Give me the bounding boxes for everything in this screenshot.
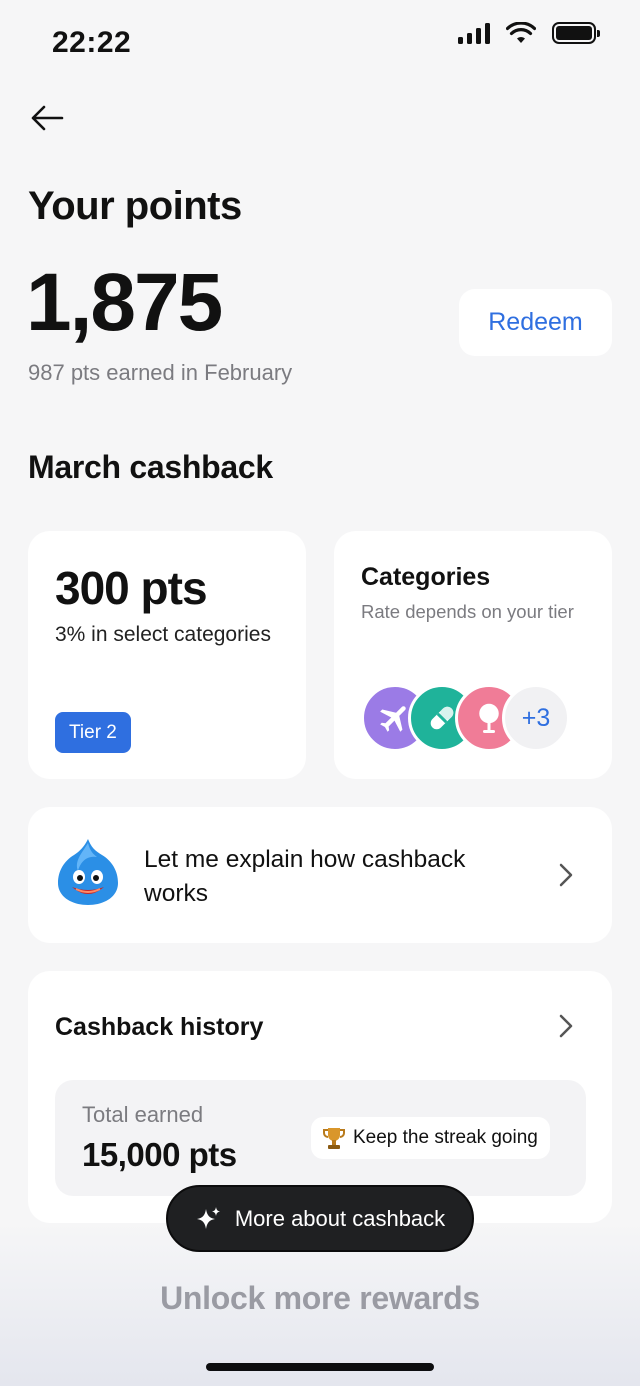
cashback-points-value: 300 pts	[55, 562, 208, 614]
categories-title: Categories	[361, 563, 491, 591]
cashback-explainer-card[interactable]: Let me explain how cashback works	[28, 807, 612, 943]
categories-card[interactable]: Categories Rate depends on your tier +3	[334, 531, 612, 779]
cellular-signal-icon	[458, 22, 490, 44]
battery-icon	[552, 22, 600, 44]
cashback-points-card[interactable]: 300 pts 3% in select categories Tier 2	[28, 531, 306, 779]
unlock-rewards-teaser: Unlock more rewards	[160, 1280, 480, 1316]
home-indicator[interactable]	[206, 1363, 434, 1371]
more-about-cashback-label: More about cashback	[234, 1205, 446, 1231]
redeem-button[interactable]: Redeem	[459, 289, 612, 356]
chevron-right-icon	[556, 863, 576, 887]
total-earned-label: Total earned	[82, 1102, 204, 1127]
points-balance: 1,875	[26, 257, 223, 348]
cashback-explainer-text: Let me explain how cashback works	[144, 846, 466, 907]
total-earned-panel: Total earned 15,000 pts Keep the streak …	[55, 1080, 586, 1196]
trophy-icon	[323, 1128, 345, 1149]
back-button[interactable]	[28, 100, 66, 136]
more-about-cashback-button[interactable]: More about cashback	[166, 1185, 474, 1252]
status-icons	[458, 22, 600, 44]
page-title: Your points	[28, 184, 242, 228]
cashback-points-description: 3% in select categories	[55, 623, 271, 646]
wifi-icon	[506, 22, 536, 43]
more-categories-count: +3	[502, 684, 570, 752]
arrow-left-icon	[31, 105, 64, 131]
categories-subtitle: Rate depends on your tier	[361, 601, 574, 622]
sparkles-icon	[196, 1206, 220, 1229]
streak-label: Keep the streak going	[353, 1127, 538, 1148]
total-earned-value: 15,000 pts	[82, 1136, 237, 1173]
cashback-section-title: March cashback	[28, 449, 273, 485]
cashback-history-title: Cashback history	[55, 1013, 264, 1041]
points-earned-text: 987 pts earned in February	[28, 360, 293, 385]
status-bar: 22:22	[0, 0, 640, 90]
chevron-right-icon[interactable]	[556, 1014, 576, 1038]
blue-blob-mascot-icon	[58, 839, 118, 905]
status-time: 22:22	[52, 26, 132, 59]
category-icons: +3	[361, 684, 581, 752]
tier-badge: Tier 2	[55, 712, 131, 753]
streak-badge: Keep the streak going	[311, 1117, 550, 1159]
